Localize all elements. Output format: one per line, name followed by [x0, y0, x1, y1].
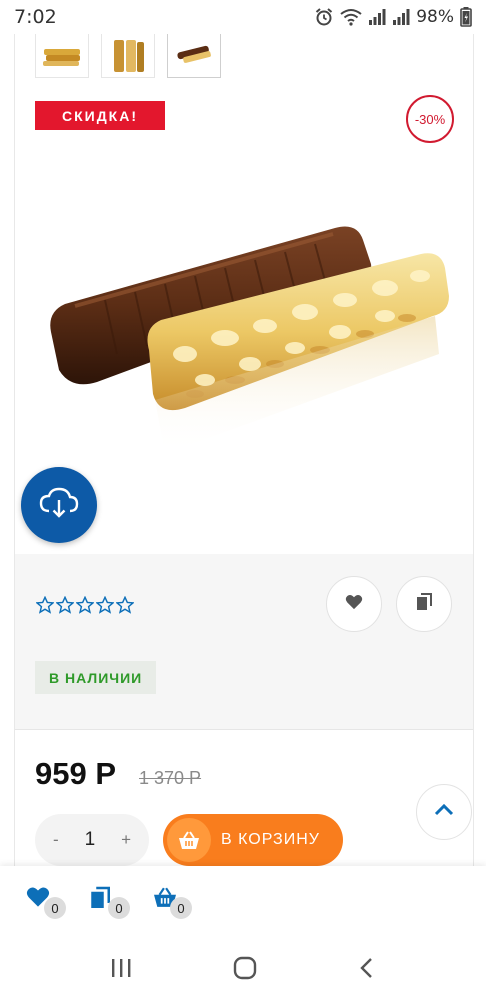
back-icon[interactable] [357, 956, 377, 985]
sale-badge: СКИДКА! [35, 101, 165, 130]
wishlist-count: 0 [44, 897, 66, 919]
star-icon [55, 595, 75, 619]
discount-badge: -30% [406, 95, 454, 143]
star-icon [75, 595, 95, 619]
stock-status-badge: В НАЛИЧИИ [35, 661, 157, 694]
compare-counter[interactable]: 0 [90, 886, 138, 920]
star-icon [35, 595, 55, 619]
compare-icon [416, 592, 432, 616]
thumbnail-2[interactable] [101, 34, 155, 78]
add-to-compare-button[interactable] [396, 576, 452, 632]
price-current: 959 Р [35, 756, 117, 791]
signal-icon [368, 8, 386, 26]
cloud-download-button[interactable] [21, 467, 97, 543]
basket-count: 0 [170, 897, 192, 919]
scroll-to-top-button[interactable] [416, 784, 472, 840]
quantity-value[interactable]: 1 [85, 829, 96, 851]
star-icon [95, 595, 115, 619]
battery-percent: 98% [416, 7, 454, 27]
add-to-cart-button[interactable]: В КОРЗИНУ [163, 814, 343, 866]
home-icon[interactable] [232, 955, 258, 986]
product-card: СКИДКА! -30% В НАЛИЧИИ 959 Р 1 370 Р - 1… [14, 34, 474, 866]
alarm-icon [314, 7, 334, 27]
cloud-download-icon [39, 487, 79, 524]
status-bar: 7:02 98% [0, 0, 486, 34]
rating-stars[interactable] [35, 595, 135, 619]
status-icons: 98% [314, 7, 472, 27]
heart-icon [345, 594, 363, 615]
thumbnail-3[interactable] [167, 34, 221, 78]
system-nav-bar [0, 940, 486, 1000]
price-old: 1 370 Р [139, 768, 202, 788]
product-screen: 7:02 98% СКИДКА! -30% В НАЛИЧИИ 959 Р 1 … [0, 0, 486, 1000]
quantity-stepper: - 1 + [35, 814, 149, 866]
add-to-cart-label: В КОРЗИНУ [221, 831, 320, 848]
signal-icon-2 [392, 8, 410, 26]
bottom-counters-bar: 0 0 0 [0, 866, 486, 940]
compare-count: 0 [108, 897, 130, 919]
recent-apps-icon[interactable] [109, 957, 133, 984]
battery-icon [460, 7, 472, 27]
product-image[interactable] [35, 204, 455, 484]
status-time: 7:02 [14, 6, 57, 28]
quantity-decrease-button[interactable]: - [53, 830, 59, 850]
compare-icon [90, 886, 110, 914]
product-meta: В НАЛИЧИИ [15, 554, 473, 730]
star-icon [115, 595, 135, 619]
add-to-wishlist-button[interactable] [326, 576, 382, 632]
basket-icon [167, 818, 211, 862]
chevron-up-icon [434, 803, 454, 821]
thumbnail-1[interactable] [35, 34, 89, 78]
quantity-increase-button[interactable]: + [121, 830, 131, 850]
wifi-icon [340, 8, 362, 26]
wishlist-counter[interactable]: 0 [26, 886, 74, 920]
thumbnail-strip [35, 34, 221, 78]
basket-counter[interactable]: 0 [152, 886, 200, 920]
